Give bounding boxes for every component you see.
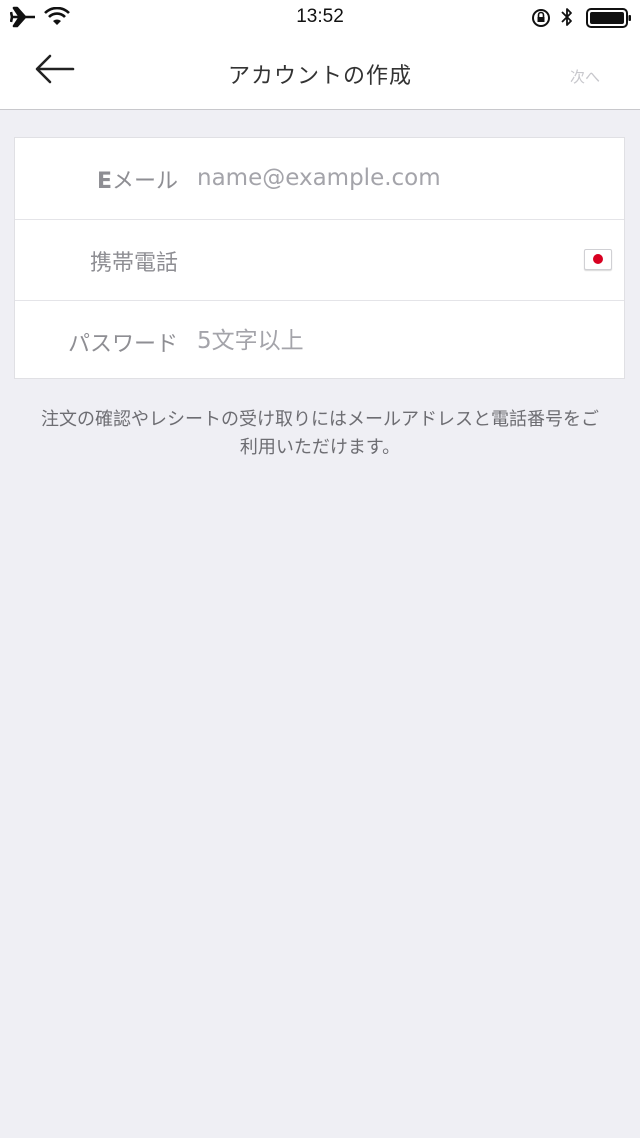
account-form: Eメール 携帯電話 パスワード <box>14 137 625 379</box>
country-selector[interactable] <box>584 249 612 270</box>
bluetooth-icon <box>560 5 574 33</box>
phone-row: 携帯電話 <box>15 219 624 301</box>
next-button[interactable]: 次へ <box>570 66 600 87</box>
battery-icon <box>586 8 632 32</box>
phone-label: 携帯電話 <box>89 251 178 276</box>
password-field[interactable] <box>197 323 557 359</box>
status-bar: 13:52 <box>0 0 640 36</box>
orientation-lock-icon <box>530 7 552 33</box>
japan-flag-icon <box>593 254 603 264</box>
email-label: Eメール <box>97 163 178 195</box>
email-label-prefix: E <box>96 169 112 194</box>
email-row: Eメール <box>15 138 624 219</box>
page-title: アカウントの作成 <box>227 64 412 89</box>
navigation-bar: アカウントの作成 次へ <box>0 36 640 110</box>
password-row: パスワード <box>15 300 624 382</box>
email-field[interactable] <box>197 160 557 196</box>
password-label: パスワード <box>67 332 178 357</box>
phone-field[interactable] <box>197 242 557 278</box>
email-label-text: メール <box>111 169 178 194</box>
info-text: 注文の確認やレシートの受け取りにはメールアドレスと電話番号をご利用いただけます。 <box>41 409 599 458</box>
